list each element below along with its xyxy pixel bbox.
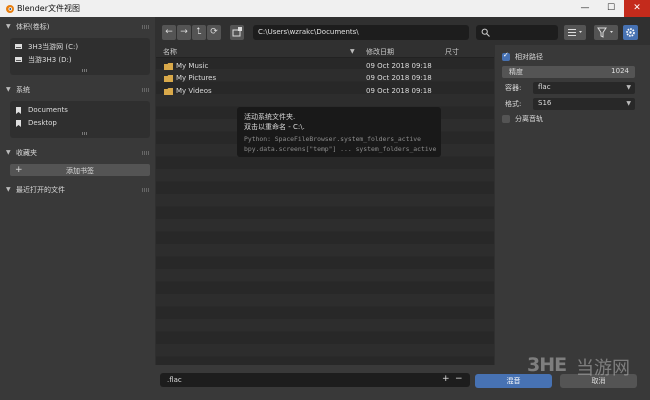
split-channels-label: 分离音轨 (515, 115, 543, 123)
add-bookmark-button[interactable]: + 添加书签 (10, 164, 150, 176)
minimize-button[interactable]: — (572, 0, 598, 17)
sidebar: ▼ 体积(卷标) 3H3当游网 (C:) 当游3H3 (D:) ▼ 系统 Doc… (0, 17, 155, 400)
filter-icon (597, 27, 613, 38)
add-bookmark-label: 添加书签 (66, 167, 94, 175)
file-date: 09 Oct 2018 09:18 (366, 62, 432, 70)
bookmark-icon (16, 120, 21, 127)
system-list: Documents Desktop (10, 101, 150, 138)
volumes-panel-header[interactable]: ▼ 体积(卷标) (3, 20, 153, 34)
file-list-header: 名称 ▼ 修改日期 尺寸 (156, 44, 494, 58)
relative-path-label: 相对路径 (515, 53, 543, 61)
system-panel-header[interactable]: ▼ 系统 (3, 83, 153, 97)
search-input[interactable] (476, 25, 558, 40)
container-select[interactable]: flac ▼ (533, 82, 635, 94)
bookmarks-panel-header[interactable]: ▼ 收藏夹 (3, 146, 153, 160)
column-name-header[interactable]: 名称 (163, 47, 177, 57)
tooltip-description: 活动系统文件夹. (244, 113, 296, 121)
bookmarks-header-label: 收藏夹 (16, 149, 37, 157)
folder-icon (164, 88, 173, 95)
column-size-header[interactable]: 尺寸 (445, 47, 459, 57)
options-panel: 相对路径 精度 1024 容器: flac ▼ 格式: S16 ▼ 分离音轨 (495, 45, 650, 365)
new-folder-button[interactable] (230, 25, 244, 40)
collapse-arrow-icon: ▼ (6, 86, 11, 93)
folder-icon (164, 63, 173, 70)
recent-panel-header[interactable]: ▼ 最近打开的文件 (3, 183, 153, 197)
tooltip-hint: 双击以重命名 - C:\. (244, 123, 305, 131)
recent-header-label: 最近打开的文件 (16, 186, 65, 194)
sort-descending-icon[interactable]: ▼ (350, 48, 355, 55)
toolbar-right (476, 17, 650, 45)
filename-field[interactable]: .flac (160, 373, 470, 387)
collapse-arrow-icon: ▼ (6, 23, 11, 30)
search-icon (481, 28, 490, 37)
file-date: 09 Oct 2018 09:18 (366, 87, 432, 95)
back-button[interactable]: ← (162, 25, 176, 40)
forward-button[interactable]: → (177, 25, 191, 40)
sidebar-item-label: 3H3当游网 (C:) (28, 43, 79, 51)
directory-path-text: C:\Users\wzrakc\Documents\ (258, 28, 359, 36)
relative-path-checkbox[interactable] (502, 51, 510, 61)
column-date-header[interactable]: 修改日期 (366, 47, 394, 57)
window-title: Blender文件视图 (17, 4, 80, 13)
drag-grip-icon[interactable] (142, 188, 150, 192)
new-folder-icon (232, 27, 242, 37)
resize-grip-icon[interactable] (82, 69, 88, 72)
watermark-text: 当游网 (576, 358, 630, 379)
format-select[interactable]: S16 ▼ (533, 98, 635, 110)
watermark-brand: 3HE (527, 354, 567, 376)
drive-icon (15, 57, 22, 62)
tooltip-python-data-path: bpy.data.screens["temp"] ... system_fold… (244, 145, 437, 153)
resize-grip-icon[interactable] (82, 132, 88, 135)
drag-grip-icon[interactable] (142, 151, 150, 155)
file-row[interactable]: My Pictures 09 Oct 2018 09:18 (156, 73, 494, 85)
precision-value: 1024 (611, 67, 629, 75)
drag-grip-icon[interactable] (142, 88, 150, 92)
refresh-button[interactable]: ⟳ (207, 25, 221, 40)
sidebar-item-label: Desktop (28, 119, 57, 127)
folder-icon (164, 75, 173, 82)
chevron-down-icon: ▼ (626, 84, 631, 91)
sidebar-item-label: 当游3H3 (D:) (28, 56, 72, 64)
file-row[interactable]: My Videos 09 Oct 2018 09:18 (156, 86, 494, 98)
precision-field[interactable]: 精度 1024 (502, 66, 635, 78)
collapse-arrow-icon: ▼ (6, 149, 11, 156)
container-label: 容器: (505, 84, 522, 92)
format-value: S16 (538, 99, 552, 107)
precision-label: 精度 (509, 68, 523, 76)
file-date: 09 Oct 2018 09:18 (366, 74, 432, 82)
sidebar-item-label: Documents (28, 106, 68, 114)
site-watermark: 3HE 当游网 (527, 352, 645, 382)
tooltip-python-path: Python: SpaceFileBrowser.system_folders_… (244, 135, 421, 143)
decrement-filename-button[interactable]: − (455, 374, 463, 384)
file-row[interactable]: My Music 09 Oct 2018 09:18 (156, 61, 494, 73)
filename-value: .flac (167, 376, 182, 384)
chevron-down-icon: ▼ (626, 100, 631, 107)
container-value: flac (538, 83, 551, 91)
file-name: My Pictures (176, 74, 217, 82)
split-channels-checkbox[interactable] (502, 115, 510, 123)
file-name: My Videos (176, 87, 212, 95)
increment-filename-button[interactable]: + (442, 374, 450, 384)
drive-icon (15, 44, 22, 49)
collapse-arrow-icon: ▼ (6, 186, 11, 193)
parent-directory-button[interactable]: ⮤ (192, 25, 206, 40)
file-name: My Music (176, 62, 209, 70)
settings-toggle-button[interactable] (623, 25, 638, 40)
close-button[interactable]: ✕ (624, 0, 650, 17)
maximize-button[interactable]: ☐ (598, 0, 624, 17)
list-view-icon (568, 29, 582, 36)
drag-grip-icon[interactable] (142, 25, 150, 29)
gear-icon (626, 28, 635, 37)
blender-logo-icon (6, 5, 14, 13)
title-bar: Blender文件视图 — ☐ ✕ (0, 0, 650, 17)
directory-path-field[interactable]: C:\Users\wzrakc\Documents\ (253, 25, 469, 40)
format-label: 格式: (505, 100, 522, 108)
bookmark-icon (16, 107, 21, 114)
volumes-header-label: 体积(卷标) (16, 23, 50, 31)
system-header-label: 系统 (16, 86, 30, 94)
volumes-list: 3H3当游网 (C:) 当游3H3 (D:) (10, 38, 150, 75)
display-mode-dropdown[interactable] (564, 25, 586, 40)
filter-dropdown[interactable] (594, 25, 618, 40)
tooltip: 活动系统文件夹. 双击以重命名 - C:\. Python: SpaceFile… (237, 107, 441, 157)
